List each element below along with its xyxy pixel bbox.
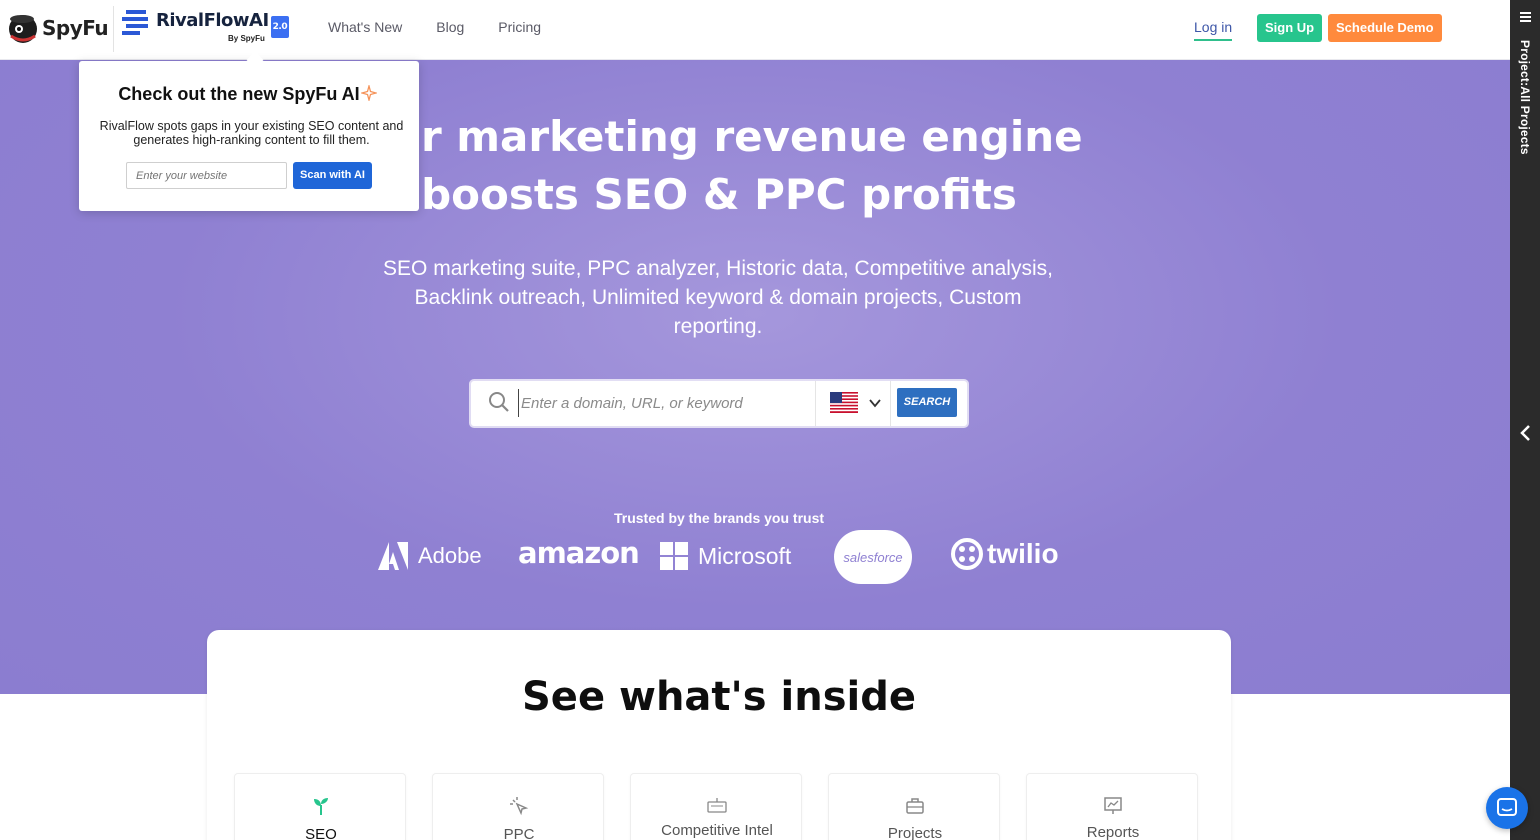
us-flag-icon	[830, 392, 858, 413]
spyfu-logo[interactable]: SpyFu	[8, 12, 109, 44]
rivalflow-logo[interactable]: RivalFlowAI 2.0 By SpyFu	[122, 10, 290, 43]
website-input[interactable]	[126, 162, 287, 189]
nav-blog[interactable]: Blog	[436, 19, 464, 35]
project-sidebar: Project:All Projects	[1510, 0, 1540, 840]
tab-seo[interactable]: SEO	[234, 773, 406, 840]
see-whats-inside-card: See what's inside SEO PPC Competitive In…	[207, 630, 1231, 840]
spyfu-ai-popup: Check out the new SpyFu AI RivalFlow spo…	[79, 61, 419, 211]
chat-icon	[1497, 798, 1517, 816]
tab-competitive-intel[interactable]: Competitive Intel	[630, 773, 802, 840]
adobe-logo-text: Adobe	[418, 543, 482, 568]
twilio-logo: twilio	[951, 538, 1059, 570]
rivalflow-logo-text: RivalFlowAI 2.0	[156, 10, 290, 38]
sparkle-icon	[361, 85, 377, 101]
schedule-demo-button[interactable]: Schedule Demo	[1328, 14, 1442, 42]
tab-seo-label: SEO	[305, 826, 337, 840]
trusted-heading: Trusted by the brands you trust	[613, 510, 825, 526]
chat-widget-button[interactable]	[1486, 787, 1528, 829]
chevron-down-icon	[869, 399, 881, 408]
popup-description: RivalFlow spots gaps in your existing SE…	[99, 119, 404, 147]
chevron-left-icon[interactable]	[1519, 424, 1531, 442]
microsoft-icon	[660, 542, 688, 570]
tab-projects-label: Projects	[887, 825, 943, 840]
login-link[interactable]: Log in	[1194, 19, 1233, 41]
project-label[interactable]: Project:All Projects	[1518, 40, 1532, 155]
salesforce-logo-text: salesforce	[843, 549, 903, 565]
logo-divider	[113, 6, 114, 52]
country-select[interactable]	[815, 381, 891, 426]
page: SpyFu RivalFlowAI 2.0 By SpyFu What's New…	[0, 0, 1540, 840]
salesforce-logo: salesforce	[834, 530, 912, 584]
microsoft-logo-text: Microsoft	[698, 542, 792, 569]
inside-title: See what's inside	[522, 674, 916, 720]
rivalflow-mark-icon	[122, 10, 148, 35]
tab-reports[interactable]: Reports	[1026, 773, 1198, 840]
signup-button[interactable]: Sign Up	[1257, 14, 1323, 42]
search-icon	[489, 392, 509, 412]
domain-search-box: SEARCH	[471, 381, 967, 426]
chart-board-icon	[1104, 797, 1122, 814]
tab-competitive-intel-label: Competitive Intel	[661, 822, 773, 839]
cursor-click-icon	[510, 797, 529, 816]
amazon-logo-text: amazon	[518, 536, 640, 570]
spyfu-logo-text: SpyFu	[42, 16, 109, 40]
adobe-icon	[378, 542, 408, 570]
briefcase-icon	[906, 798, 924, 814]
nav-whats-new[interactable]: What's New	[328, 19, 402, 35]
domain-search-input[interactable]	[518, 389, 808, 417]
sprout-icon	[314, 798, 328, 815]
hamburger-menu-icon[interactable]	[1520, 12, 1531, 22]
search-button[interactable]: SEARCH	[897, 388, 957, 417]
microsoft-logo: Microsoft	[660, 542, 791, 570]
twilio-icon	[951, 538, 983, 570]
main-nav: What's New Blog Pricing	[328, 19, 541, 35]
tab-ppc[interactable]: PPC	[432, 773, 604, 840]
popup-title: Check out the new SpyFu AI	[118, 84, 360, 104]
spyfu-mascot-icon	[9, 15, 37, 43]
hero-subtitle: SEO marketing suite, PPC analyzer, Histo…	[383, 257, 1053, 338]
twilio-logo-text: twilio	[987, 538, 1059, 569]
scan-with-ai-button[interactable]: Scan with AI	[293, 162, 372, 189]
keyboard-icon	[707, 798, 727, 813]
tab-projects[interactable]: Projects	[828, 773, 1000, 840]
salesforce-cloud-icon: salesforce	[834, 530, 912, 584]
adobe-logo: Adobe	[378, 542, 482, 570]
brand-logos: Adobe amazon Microsoft salesforce twilio	[0, 530, 1510, 590]
top-navbar: SpyFu RivalFlowAI 2.0 By SpyFu What's New…	[0, 0, 1510, 60]
nav-pricing[interactable]: Pricing	[498, 19, 541, 35]
rivalflow-by-text: By SpyFu	[228, 34, 265, 43]
feature-tabs: SEO PPC Competitive Intel Projects Repor…	[234, 773, 1198, 840]
tab-ppc-label: PPC	[503, 826, 535, 840]
amazon-logo: amazon	[518, 536, 640, 570]
rivalflow-version-badge: 2.0	[270, 16, 290, 38]
tab-reports-label: Reports	[1086, 824, 1140, 840]
